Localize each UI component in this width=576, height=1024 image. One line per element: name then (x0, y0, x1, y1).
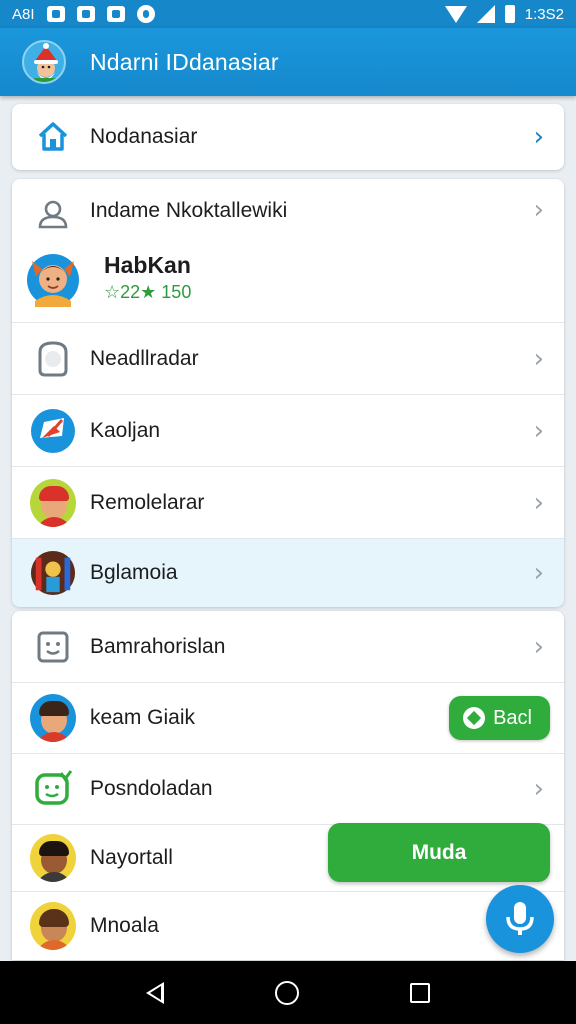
recent-apps-icon[interactable] (410, 982, 431, 1003)
map-icon (30, 408, 76, 454)
app-title: Ndarni IDdanasiar (90, 48, 279, 75)
list-item-label: Bamrahorislan (90, 634, 226, 658)
profile-name: HabKan (104, 252, 191, 278)
dark-man-avatar (30, 834, 76, 882)
chevron-right-icon: › (533, 195, 544, 225)
wifi-icon (444, 5, 467, 23)
system-nav-bar (0, 961, 576, 1024)
chevron-right-icon: › (533, 558, 544, 588)
list-card-two: Bamrahorislan › keam Giaik Bacl Posndola… (12, 611, 564, 960)
list-item[interactable]: Kaoljan › (12, 395, 564, 467)
list-item[interactable]: keam Giaik Bacl (12, 683, 564, 754)
list-item[interactable]: Neadllradar › (12, 323, 564, 395)
game-avatar (30, 550, 76, 596)
fox-avatar (26, 249, 80, 313)
boy-avatar (30, 478, 76, 527)
app-icon (136, 5, 155, 23)
status-left-text: A8I (12, 5, 35, 23)
woman-avatar (30, 902, 76, 950)
chevron-right-icon: › (533, 631, 544, 662)
signal-icon (476, 5, 495, 23)
home-row[interactable]: Nodanasiar › (12, 104, 564, 170)
message-icon (106, 6, 125, 22)
location-pin-icon (463, 707, 486, 729)
chat-bubble-icon (30, 336, 76, 382)
green-chat-icon (30, 766, 76, 812)
muda-button[interactable]: Muda (328, 823, 550, 882)
home-icon (30, 114, 76, 160)
app-bar: Ndarni IDdanasiar (0, 28, 576, 96)
microphone-icon (506, 902, 534, 935)
man-avatar (30, 694, 76, 742)
status-bar: A8I 1:3S2 (0, 0, 576, 28)
home-nav-icon[interactable] (274, 980, 299, 1005)
bacl-button[interactable]: Bacl (449, 696, 550, 740)
list-item[interactable]: Mnoala (12, 892, 564, 960)
list-item-label: Mnoala (90, 914, 159, 937)
list-item-label: Neadllradar (90, 346, 199, 370)
profile-header-label: Indame Nkoktallewiki (90, 199, 288, 222)
chevron-right-icon: › (533, 487, 544, 518)
list-item-label: Remolelarar (90, 490, 205, 514)
person-icon (30, 191, 76, 237)
bacl-button-label: Bacl (493, 706, 532, 729)
chevron-right-icon: › (533, 122, 544, 152)
image-icon (46, 6, 65, 22)
status-time: 1:3S2 (524, 5, 564, 23)
chevron-right-icon: › (533, 415, 544, 446)
battery-icon (504, 5, 515, 23)
profile-section[interactable]: Indame Nkoktallewiki › HabKan ☆22★ 150 (12, 179, 564, 323)
top-card[interactable]: Nodanasiar › (12, 104, 564, 170)
list-card-one: Indame Nkoktallewiki › HabKan ☆22★ 150 N… (12, 179, 564, 607)
back-icon[interactable] (145, 981, 164, 1004)
chevron-right-icon: › (533, 774, 544, 804)
microphone-button[interactable] (486, 885, 554, 953)
list-item-label: Posndoladan (90, 777, 213, 800)
list-item[interactable]: Remolelarar › (12, 467, 564, 539)
list-item-label: Nayortall (90, 846, 173, 869)
list-item-label: Kaoljan (90, 418, 161, 442)
list-item-label: Bglamoia (90, 561, 178, 584)
list-item-label: keam Giaik (90, 706, 196, 729)
smiley-box-icon (30, 624, 76, 670)
notification-icon (76, 6, 95, 22)
profile-rating: ☆22★ 150 (104, 282, 192, 302)
list-item[interactable]: Bglamoia › (12, 539, 564, 607)
list-item[interactable]: Posndoladan › (12, 754, 564, 825)
list-item[interactable]: Bamrahorislan › (12, 611, 564, 683)
santa-avatar[interactable] (22, 40, 66, 84)
chevron-right-icon: › (533, 343, 544, 374)
home-label: Nodanasiar (90, 125, 198, 148)
